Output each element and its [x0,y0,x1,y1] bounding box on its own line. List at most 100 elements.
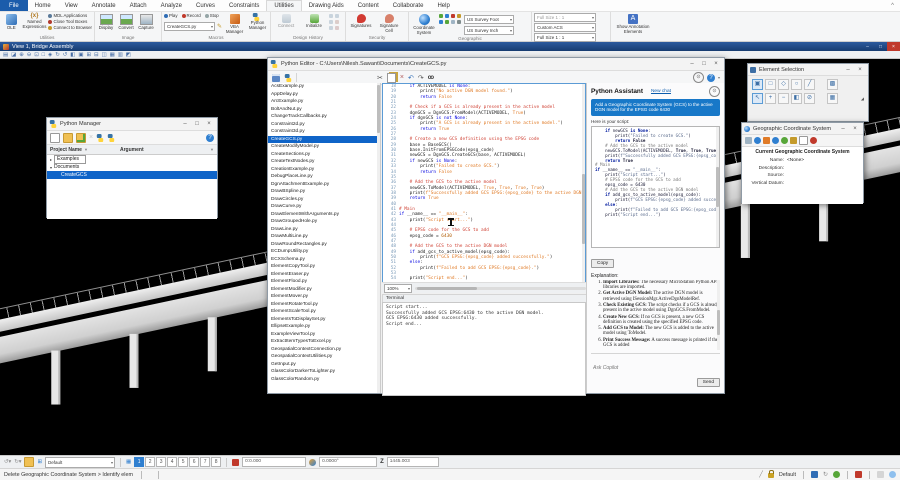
script-file-item[interactable]: DrawCurve.py [268,203,380,211]
column-project-name[interactable]: Project Name▼ [47,147,120,153]
tree-node-creategcs[interactable]: CreateGCS [47,171,217,179]
filter-icon[interactable]: ▼ [84,147,88,152]
view-close-button[interactable]: × [887,42,900,51]
add-selection-icon[interactable]: + [765,93,776,104]
minimize-button[interactable]: – [837,126,849,132]
close-button[interactable]: × [710,61,722,67]
view-toggle-button[interactable]: 6 [189,457,199,467]
geo-tool-icon[interactable] [457,14,461,18]
new-script-icon[interactable] [50,133,60,143]
script-file-item[interactable]: CreateGCS.py [268,136,380,144]
select-pointer-icon[interactable]: ↖ [752,93,763,104]
ribbon-tab[interactable]: Curves [189,0,222,11]
manage-view-groups-icon[interactable]: ⊞ [37,459,42,465]
script-file-item[interactable]: DrawElementWithArguments.py [268,211,380,219]
add-folder-icon[interactable] [76,133,86,143]
script-file-item[interactable]: AppDelay.py [268,91,380,99]
settings-icon[interactable]: ⊙ [693,72,704,83]
copy-button[interactable]: Copy [591,259,614,268]
horizontal-scrollbar[interactable] [415,287,586,290]
ribbon-tab[interactable]: Help [430,0,456,11]
toggle-views-icon[interactable]: ▦ [126,459,131,465]
view-group-combobox[interactable]: Default [45,457,115,468]
mdl-applications-button[interactable]: MDL Applications [48,13,92,18]
script-file-item[interactable]: CreationExample.py [268,166,380,174]
collapse-icon[interactable]: ▾ [50,165,52,170]
script-file-item[interactable]: DrawMultiLine.py [268,233,380,241]
history-tool-icon[interactable] [335,20,339,24]
open-folder-icon[interactable] [63,133,73,143]
fit-view-icon[interactable]: ⊡ [34,52,39,58]
script-file-item[interactable]: ECXSchema.py [268,256,380,264]
view-restore-button[interactable]: □ [874,42,887,51]
file-list-scrollbar[interactable] [377,83,380,393]
export-gcs-icon[interactable] [772,137,779,144]
python-editor-titlebar[interactable]: Python Editor - C:\Users\Nilesh.Sawant\D… [268,58,724,71]
ole-button[interactable]: OLE [2,13,21,31]
delete-icon[interactable]: × [89,134,93,141]
maximize-button[interactable]: □ [698,61,710,67]
save-status-icon[interactable] [811,471,818,478]
history-tool-icon[interactable] [329,26,333,30]
gcs-titlebar[interactable]: Geographic Coordinate System – × [742,123,863,135]
script-file-item[interactable]: DrawBSpline.py [268,188,380,196]
view-grid-icon[interactable]: ⊟ [94,52,99,58]
script-file-item[interactable]: DrawLine.py [268,226,380,234]
code-editor[interactable]: 18 if ACTIVEMODEL is None:19 print("No a… [382,83,586,284]
script-file-item[interactable]: ECDumpUtility.py [268,248,380,256]
ribbon-tab[interactable]: Content [351,0,386,11]
minimize-button[interactable]: – [842,67,854,73]
view-toggle-button[interactable]: 7 [200,457,210,467]
copy-view-icon[interactable]: ◧ [70,52,75,58]
clear-selection-icon[interactable]: ⊘ [804,93,815,104]
cut-icon[interactable]: ✂ [377,74,383,82]
send-button[interactable]: Send [697,378,720,387]
close-button[interactable]: × [849,126,861,132]
unit2-combobox[interactable]: US Survey Inch [464,26,514,35]
locate-icon[interactable] [790,137,797,144]
z-field[interactable]: 1445.003 [387,457,439,467]
script-file-item[interactable]: GlassColorDarkerToLighter.py [268,368,380,376]
geo-tool-icon[interactable] [439,20,443,24]
redo-view-icon[interactable]: ↻▾ [14,459,21,465]
undo-view-icon[interactable]: ↺▾ [4,459,11,465]
select-gcs-icon[interactable] [745,137,752,144]
saved-views-icon[interactable]: ▦ [110,52,115,58]
script-file-item[interactable]: ExampleViewTool.py [268,331,380,339]
help-icon[interactable] [707,74,715,82]
capture-button[interactable]: Capture [137,13,155,31]
expand-corner-icon[interactable]: ◢ [861,96,864,101]
paste-icon[interactable] [387,73,396,83]
geo-tool-icon[interactable] [451,20,455,24]
file-tab[interactable]: File [0,0,28,11]
element-selection-titlebar[interactable]: Element Selection – × [748,64,868,76]
scale1-combobox[interactable]: Full Size 1 : 1 [534,13,596,22]
signatures-button[interactable]: Signatures [348,13,374,29]
redo-view-icon[interactable]: ↻ [55,52,60,58]
zoom-level-combobox[interactable]: 100% [384,284,412,293]
rotate-view-icon[interactable]: ◈ [48,52,52,58]
ribbon-tab[interactable]: Utilities [266,0,301,11]
angle-icon[interactable] [309,459,316,466]
design-history-initialize-button[interactable]: Initialize [301,13,327,29]
acs-combobox[interactable]: Custom ACS [534,23,596,32]
accusnap-icon[interactable] [232,459,239,466]
maximize-button[interactable]: □ [191,121,203,127]
select-individual-icon[interactable]: ▣ [752,79,763,90]
script-file-item[interactable]: GetInput.py [268,361,380,369]
show-annotation-elements-button[interactable]: Show Annotation Elements [613,13,653,35]
script-file-item[interactable]: DrawRoundRectangles.py [268,241,380,249]
macro-script-combobox[interactable]: CreateGCS.py [164,22,215,31]
view-minimize-button[interactable]: – [861,42,874,51]
script-file-item[interactable]: DrawCircles.py [268,196,380,204]
coordinate-field[interactable]: 0:0.000 [242,457,306,467]
convert-button[interactable]: Convert [117,13,135,31]
tree-node-documents[interactable]: ▾Documents [47,163,217,171]
snap-mode-icon[interactable]: ╱ [759,471,763,478]
vba-manager-button[interactable]: VBA Manager [224,13,245,35]
select-shape-icon[interactable]: ◇ [778,79,789,90]
script-file-item[interactable]: GlassColorRandom.py [268,376,380,384]
script-file-item[interactable]: CreateSections.py [268,151,380,159]
view-titlebar[interactable]: View 1, Bridge Assembly – □ × [0,42,900,51]
geo-tool-icon[interactable] [445,14,449,18]
